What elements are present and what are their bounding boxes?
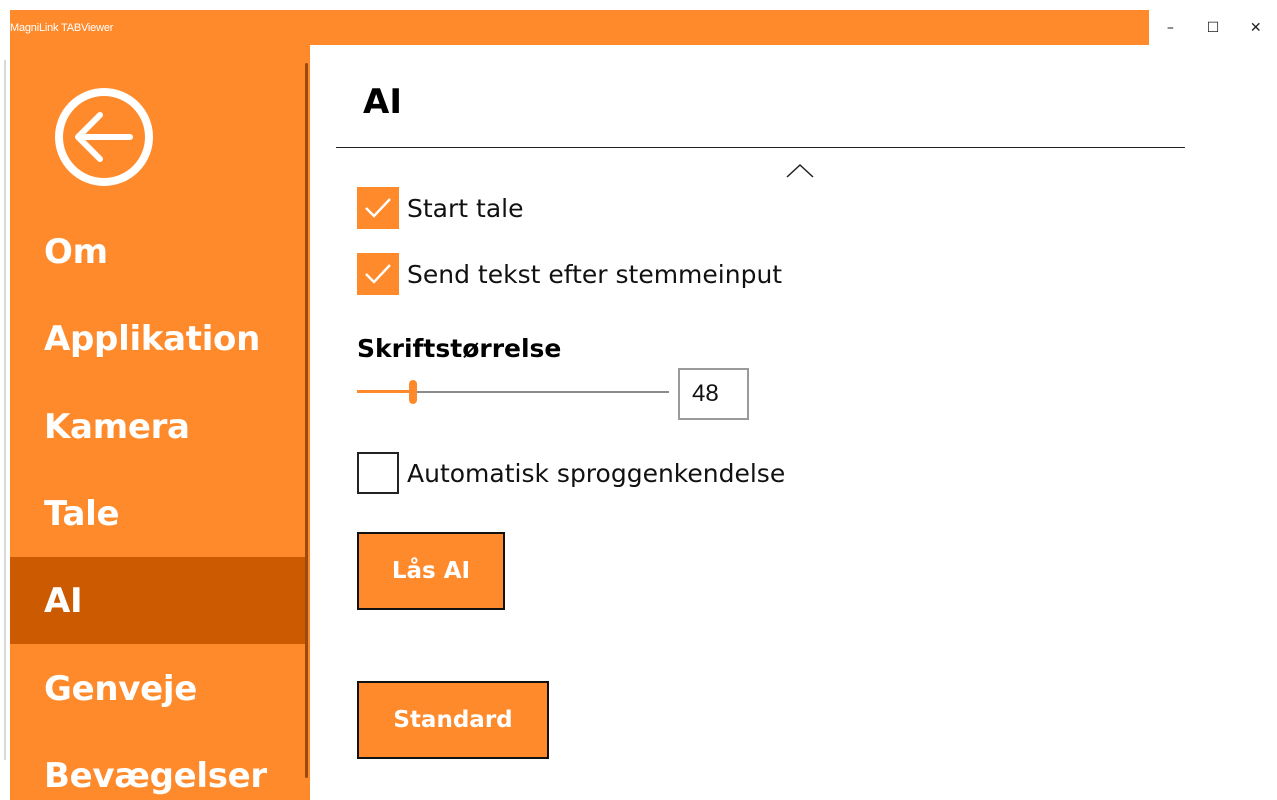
sidebar-scrollbar[interactable]	[305, 63, 308, 778]
title-bar: MagniLink TABViewer – ☐ ✕	[10, 10, 1277, 45]
window-controls: – ☐ ✕	[1149, 10, 1277, 45]
maximize-button[interactable]: ☐	[1192, 10, 1235, 45]
start-tale-option[interactable]: Start tale	[357, 186, 523, 230]
slider-track-fill	[357, 390, 413, 393]
sidebar-item-om[interactable]: Om	[10, 208, 308, 295]
back-arrow-circle-icon[interactable]	[54, 87, 154, 187]
checkmark-icon	[365, 264, 391, 284]
auto-language-checkbox[interactable]	[357, 452, 399, 494]
start-tale-label: Start tale	[407, 193, 524, 223]
sidebar-item-bevaegelser[interactable]: Bevægelser	[10, 732, 308, 800]
window-title: MagniLink TABViewer	[10, 22, 114, 34]
sidebar-item-ai[interactable]: AI	[10, 557, 308, 644]
font-size-slider[interactable]	[357, 380, 669, 404]
left-gutter	[0, 0, 10, 800]
sidebar-item-kamera[interactable]: Kamera	[10, 383, 308, 470]
header-divider	[336, 147, 1185, 148]
auto-language-option[interactable]: Automatisk sproggenkendelse	[357, 451, 785, 495]
start-tale-checkbox[interactable]	[357, 187, 399, 229]
sidebar-item-genveje[interactable]: Genveje	[10, 645, 308, 732]
close-button[interactable]: ✕	[1234, 10, 1277, 45]
lock-ai-button[interactable]: Lås AI	[357, 532, 505, 610]
checkmark-icon	[365, 198, 391, 218]
sidebar-item-tale[interactable]: Tale	[10, 470, 308, 557]
sidebar-item-applikation[interactable]: Applikation	[10, 295, 308, 382]
slider-track	[413, 391, 669, 393]
send-tekst-label: Send tekst efter stemmeinput	[407, 259, 783, 289]
sidebar: Om Applikation Kamera Tale AI Genveje Be…	[10, 45, 310, 800]
send-tekst-option[interactable]: Send tekst efter stemmeinput	[357, 252, 782, 296]
send-tekst-checkbox[interactable]	[357, 253, 399, 295]
standard-button[interactable]: Standard	[357, 681, 549, 759]
gutter-line	[4, 60, 6, 760]
auto-language-label: Automatisk sproggenkendelse	[407, 458, 786, 488]
font-size-label: Skriftstørrelse	[357, 334, 562, 363]
minimize-button[interactable]: –	[1149, 10, 1192, 45]
slider-thumb[interactable]	[409, 380, 417, 404]
chevron-up-icon[interactable]	[785, 161, 815, 181]
font-size-value-field[interactable]: 48	[678, 368, 749, 420]
page-title: AI	[363, 82, 402, 122]
